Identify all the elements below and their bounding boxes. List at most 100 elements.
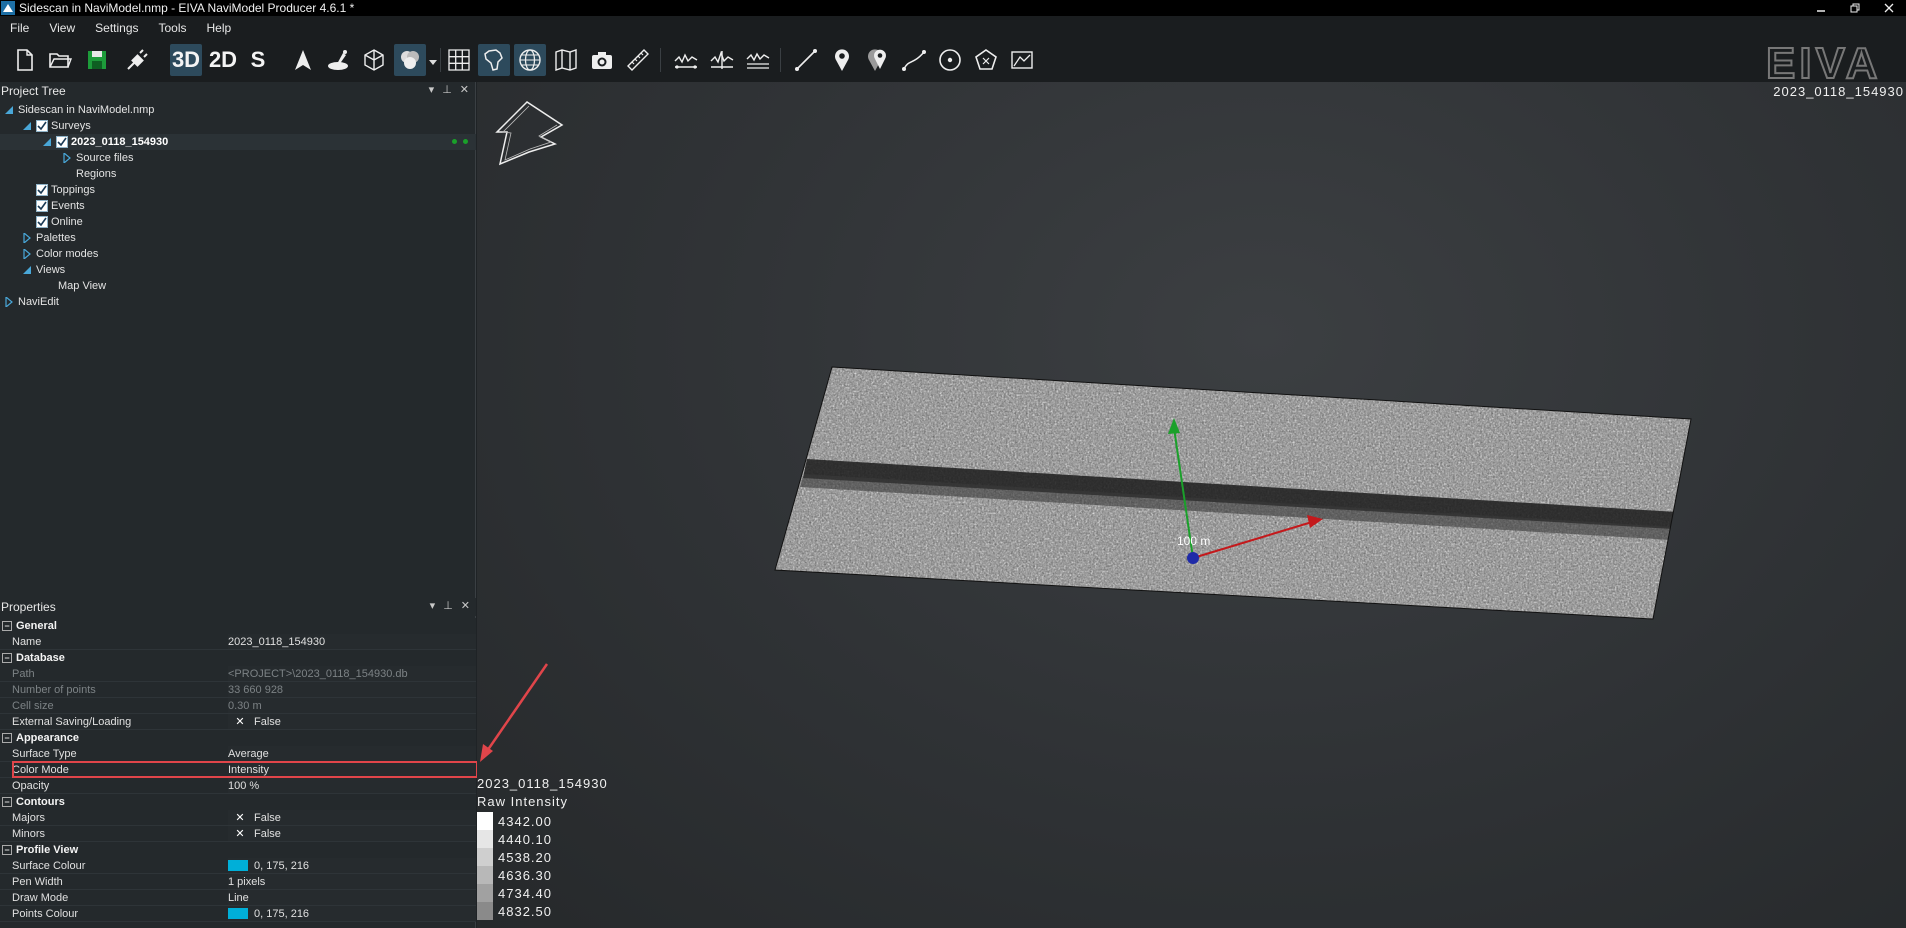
category-contours[interactable]: − Contours [0,794,476,810]
prop-name[interactable]: Name 2023_0118_154930 [0,634,476,650]
menu-tools[interactable]: Tools [149,21,197,35]
prop-pen-width-value[interactable]: 1 pixels [228,874,476,889]
collapsed-triangle-icon[interactable] [4,297,14,307]
tree-item-events[interactable]: Events [0,198,476,214]
screenshot-button[interactable] [586,44,618,76]
prop-surface-value[interactable]: Average [228,746,476,761]
category-profile-view[interactable]: − Profile View [0,842,476,858]
tree-item-regions[interactable]: Regions [0,166,476,182]
tree-item-source-files[interactable]: Source files [0,150,476,166]
new-file-button[interactable] [9,44,41,76]
color-swatch[interactable] [228,860,248,871]
prop-surface-colour[interactable]: Surface Colour 0, 175, 216 [0,858,476,874]
collapse-icon[interactable]: − [2,653,12,663]
3d-viewport[interactable]: 2023_0118_154930 100 m [477,82,1906,928]
category-appearance[interactable]: − Appearance [0,730,476,746]
surveys-checkbox[interactable] [36,120,48,132]
prop-surface-type[interactable]: Surface Type Average [0,746,476,762]
expanded-triangle-icon[interactable] [42,137,52,147]
menu-help[interactable]: Help [197,21,242,35]
toppings-checkbox[interactable] [36,184,48,196]
polyline-button[interactable] [898,44,930,76]
collapsed-triangle-icon[interactable] [22,249,32,259]
prop-pen-width[interactable]: Pen Width 1 pixels [0,874,476,890]
draw-line-button[interactable] [790,44,822,76]
color-swatch[interactable] [228,908,248,919]
collapse-icon[interactable]: − [2,797,12,807]
multi-marker-button[interactable] [862,44,894,76]
polygon-button[interactable] [970,44,1002,76]
light-source-button[interactable] [322,44,354,76]
close-button[interactable] [1872,0,1906,16]
survey-checkbox[interactable] [56,136,68,148]
expanded-triangle-icon[interactable] [4,105,14,115]
tree-item-root[interactable]: Sidescan in NaviModel.nmp [0,102,476,118]
prop-draw-mode[interactable]: Draw Mode Line [0,890,476,906]
close-icon[interactable]: ✕ [461,599,470,612]
pin-icon[interactable]: ⊥ [443,599,453,612]
prop-minors[interactable]: Minors ✕ False [0,826,476,842]
collapse-icon[interactable]: − [2,845,12,855]
panel-menu-icon[interactable]: ▾ [430,599,436,612]
grid-button[interactable] [443,44,475,76]
circle-button[interactable] [934,44,966,76]
tree-item-palettes[interactable]: Palettes [0,230,476,246]
sidescan-surface[interactable] [767,362,1697,627]
map-outline-button[interactable] [478,44,510,76]
prop-opacity[interactable]: Opacity 100 % [0,778,476,794]
category-database[interactable]: − Database [0,650,476,666]
online-checkbox[interactable] [36,216,48,228]
menu-settings[interactable]: Settings [85,21,148,35]
prop-opacity-value[interactable]: 100 % [228,778,476,793]
close-icon[interactable]: ✕ [460,83,469,96]
tree-item-survey[interactable]: 2023_0118_154930 [0,134,476,150]
category-general[interactable]: − General [0,618,476,634]
view-3d-button[interactable]: 3D [170,44,202,76]
profile-2-button[interactable] [706,44,738,76]
collapse-icon[interactable]: − [2,621,12,631]
tree-item-color-modes[interactable]: Color modes [0,246,476,262]
view-s-button[interactable]: S [242,44,274,76]
prop-name-value[interactable]: 2023_0118_154930 [228,634,476,649]
prop-external-saving[interactable]: External Saving/Loading ✕ False [0,714,476,730]
tree-item-online[interactable]: Online [0,214,476,230]
prop-majors[interactable]: Majors ✕ False [0,810,476,826]
false-x-icon[interactable]: ✕ [232,811,248,824]
dropdown-arrow-icon[interactable] [429,58,437,66]
tree-item-views[interactable]: Views [0,262,476,278]
prop-draw-mode-value[interactable]: Line [228,890,476,905]
color-blend-button[interactable] [394,44,426,76]
tree-item-surveys[interactable]: Surveys [0,118,476,134]
cube-button[interactable] [358,44,390,76]
collapse-icon[interactable]: − [2,733,12,743]
minimize-button[interactable] [1804,0,1838,16]
tree-item-naviedit[interactable]: NaviEdit [0,294,476,310]
menu-file[interactable]: File [0,21,39,35]
save-button[interactable] [81,44,113,76]
place-marker-button[interactable] [826,44,858,76]
connect-button[interactable] [121,44,153,76]
events-checkbox[interactable] [36,200,48,212]
panel-menu-icon[interactable]: ▾ [429,83,435,96]
north-arrow-button[interactable] [287,44,319,76]
profile-3-button[interactable] [742,44,774,76]
collapsed-triangle-icon[interactable] [62,153,72,163]
restore-button[interactable] [1838,0,1872,16]
tree-item-toppings[interactable]: Toppings [0,182,476,198]
false-x-icon[interactable]: ✕ [232,715,248,728]
view-2d-button[interactable]: 2D [207,44,239,76]
tree-item-map-view[interactable]: Map View [0,278,476,294]
folded-map-button[interactable] [550,44,582,76]
pin-icon[interactable]: ⊥ [442,83,452,96]
profile-1-button[interactable] [670,44,702,76]
menu-view[interactable]: View [39,21,85,35]
expanded-triangle-icon[interactable] [22,265,32,275]
open-folder-button[interactable] [44,44,76,76]
prop-points-colour[interactable]: Points Colour 0, 175, 216 [0,906,476,922]
measure-button[interactable] [622,44,654,76]
collapsed-triangle-icon[interactable] [22,233,32,243]
area-button[interactable] [1006,44,1038,76]
expanded-triangle-icon[interactable] [22,121,32,131]
false-x-icon[interactable]: ✕ [232,827,248,840]
globe-button[interactable] [514,44,546,76]
